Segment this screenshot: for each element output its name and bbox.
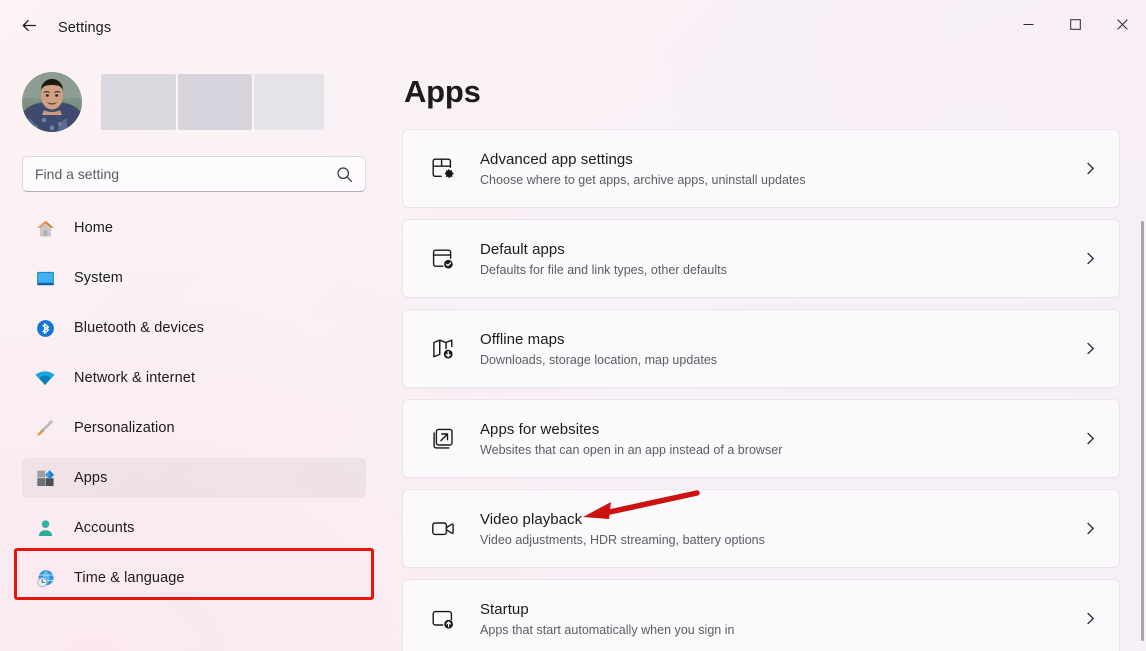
chevron-right-icon[interactable] [1079,341,1101,356]
sidebar-item-label: Accounts [74,520,135,536]
bluetooth-icon [32,318,58,339]
card-subtitle: Downloads, storage location, map updates [480,352,718,367]
chevron-right-icon[interactable] [1079,161,1101,176]
chevron-right-icon[interactable] [1079,611,1101,626]
maximize-button[interactable] [1052,0,1099,48]
sidebar-item-personalization[interactable]: Personalization [22,408,366,448]
chevron-right-icon[interactable] [1079,251,1101,266]
video-camera-icon [425,516,461,542]
sidebar-item-home[interactable]: Home [22,208,366,248]
apps-blocks-icon [32,468,58,489]
search-container [18,156,370,192]
sidebar-nav: Home System Bluetooth & devices Network … [18,208,370,598]
globe-clock-icon [32,568,58,589]
card-title: Offline maps [480,330,565,348]
sidebar-item-bluetooth-devices[interactable]: Bluetooth & devices [22,308,366,348]
sidebar-item-label: Apps [74,470,108,486]
card-title: Advanced app settings [480,150,633,168]
title-bar: Settings [0,0,1146,56]
sidebar: Home System [0,56,392,651]
paintbrush-icon [32,418,58,439]
card-subtitle: Choose where to get apps, archive apps, … [480,172,806,187]
main-content: Apps Advanced app settings Choose where … [392,56,1146,651]
card-offline-maps[interactable]: Offline maps Downloads, storage location… [402,309,1120,388]
avatar [22,72,82,132]
default-apps-check-icon [425,246,461,272]
card-subtitle: Websites that can open in an app instead… [480,442,783,457]
app-settings-gear-icon [425,156,461,182]
startup-uparrow-icon [425,606,461,632]
sidebar-item-label: Time & language [74,570,185,586]
person-icon [32,518,58,539]
account-summary[interactable] [18,56,370,148]
window-title: Settings [58,20,112,36]
window-controls [1005,0,1146,56]
chevron-right-icon[interactable] [1079,431,1101,446]
settings-card-list: Advanced app settings Choose where to ge… [402,129,1120,651]
sidebar-item-accounts[interactable]: Accounts [22,508,366,548]
card-title: Apps for websites [480,420,600,438]
minimize-button[interactable] [1005,0,1052,48]
close-button[interactable] [1099,0,1146,48]
card-video-playback[interactable]: Video playback Video adjustments, HDR st… [402,489,1120,568]
sidebar-item-label: Home [74,220,114,236]
sidebar-item-label: System [74,270,123,286]
sidebar-item-apps[interactable]: Apps [22,458,366,498]
sidebar-item-system[interactable]: System [22,258,366,298]
card-startup[interactable]: Startup Apps that start automatically wh… [402,579,1120,651]
account-name-redacted [101,74,324,130]
back-button[interactable] [12,11,46,45]
card-title: Startup [480,600,529,618]
search-icon[interactable] [335,166,353,183]
back-arrow-icon [20,16,39,40]
sidebar-item-label: Personalization [74,420,175,436]
card-title: Video playback [480,510,583,528]
wifi-icon [32,367,58,389]
sidebar-item-network-internet[interactable]: Network & internet [22,358,366,398]
home-icon [32,218,58,239]
vertical-scrollbar[interactable] [1141,221,1144,641]
map-download-icon [425,336,461,362]
card-advanced-app-settings[interactable]: Advanced app settings Choose where to ge… [402,129,1120,208]
card-title: Default apps [480,240,565,258]
card-subtitle: Defaults for file and link types, other … [480,262,727,277]
search-box[interactable] [22,156,366,192]
page-title: Apps [404,74,481,109]
card-apps-for-websites[interactable]: Apps for websites Websites that can open… [402,399,1120,478]
sidebar-item-label: Bluetooth & devices [74,320,205,336]
search-input[interactable] [35,166,329,182]
system-monitor-icon [32,268,58,289]
card-subtitle: Video adjustments, HDR streaming, batter… [480,532,765,547]
card-default-apps[interactable]: Default apps Defaults for file and link … [402,219,1120,298]
sidebar-item-time-language[interactable]: Time & language [22,558,366,598]
external-link-icon [425,426,461,452]
card-subtitle: Apps that start automatically when you s… [480,622,735,637]
chevron-right-icon[interactable] [1079,521,1101,536]
sidebar-item-label: Network & internet [74,370,196,386]
